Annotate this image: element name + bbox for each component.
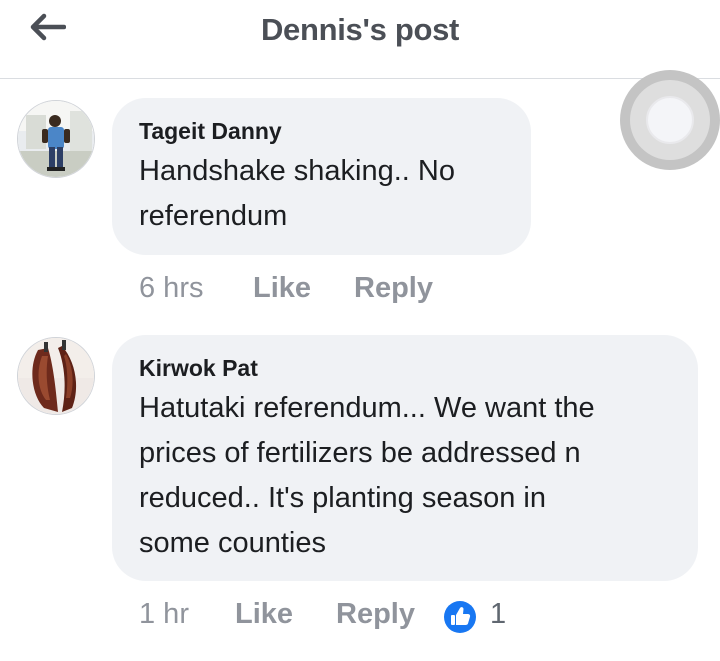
assistive-touch-core: [646, 96, 694, 144]
avatar-photo: [18, 338, 94, 414]
comment-text: Hatutaki referendum... We want the price…: [139, 386, 595, 566]
thumbs-up-icon: [444, 601, 476, 633]
like-button[interactable]: Like: [235, 598, 293, 631]
avatar[interactable]: [17, 337, 95, 415]
comment-author[interactable]: Kirwok Pat: [139, 355, 258, 382]
like-button[interactable]: Like: [253, 272, 311, 305]
comment-text-line: Hatutaki referendum... We want the: [139, 392, 595, 424]
reaction-count: 1: [490, 598, 507, 630]
avatar[interactable]: [17, 100, 95, 178]
comment-bubble[interactable]: Kirwok Pat Hatutaki referendum... We wan…: [112, 335, 698, 581]
comment-author[interactable]: Tageit Danny: [139, 118, 282, 145]
comment-text-line: reduced.. It's planting season in: [139, 482, 546, 514]
reply-button[interactable]: Reply: [336, 598, 415, 631]
avatar-photo: [18, 101, 94, 177]
comment-time: 6 hrs: [139, 272, 204, 304]
comment-bubble[interactable]: Tageit Danny Handshake shaking.. No refe…: [112, 98, 531, 255]
comment-text: Handshake shaking.. No referendum: [139, 149, 455, 239]
assistive-touch-icon: [630, 80, 710, 160]
top-bar: Dennis's post: [0, 0, 720, 79]
reaction-badge[interactable]: [443, 600, 477, 634]
reply-button[interactable]: Reply: [354, 272, 433, 305]
comment-text-line: some counties: [139, 527, 326, 559]
assistive-touch-button[interactable]: [620, 70, 720, 170]
page-title: Dennis's post: [260, 12, 460, 47]
comment-text-line: Handshake shaking.. No: [139, 155, 455, 187]
comment-time: 1 hr: [139, 598, 189, 630]
comment-text-line: referendum: [139, 200, 288, 232]
comment-text-line: prices of fertilizers be addressed n: [139, 437, 581, 469]
